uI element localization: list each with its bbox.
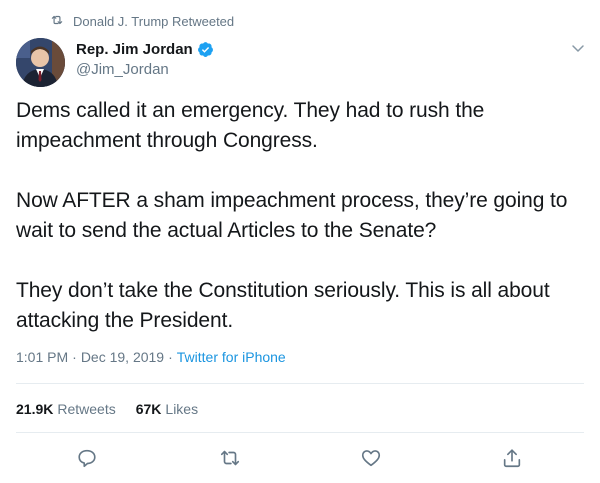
retweet-icon [50,13,73,30]
reply-icon[interactable] [75,446,99,470]
tweet-actions [0,446,600,472]
tweet-stats: 21.9K Retweets 67K Likes [16,401,218,417]
author-display-name[interactable]: Rep. Jim Jordan [76,41,193,58]
tweet-meta: 1:01 PM · Dec 19, 2019 · Twitter for iPh… [16,349,286,365]
tweet-source-link[interactable]: Twitter for iPhone [177,349,286,365]
share-icon[interactable] [500,446,524,470]
author-handle[interactable]: @Jim_Jordan [76,61,169,78]
divider [16,432,584,433]
likes-label: Likes [165,401,199,417]
likes-stat[interactable]: 67K Likes [136,401,198,417]
heart-icon[interactable] [359,446,383,470]
avatar[interactable] [16,38,65,87]
retweet-context: Donald J. Trump Retweeted [50,12,234,30]
likes-count: 67K [135,401,162,417]
tweet-date[interactable]: Dec 19, 2019 [81,349,164,365]
retweets-stat[interactable]: 21.9K Retweets [16,401,116,417]
retweets-count: 21.9K [16,401,54,417]
chevron-down-icon[interactable] [570,40,586,56]
verified-badge-icon [197,41,214,58]
retweet-context-text[interactable]: Donald J. Trump Retweeted [73,14,234,29]
tweet-text: Dems called it an emergency. They had to… [16,99,568,332]
tweet-time[interactable]: 1:01 PM [16,349,68,365]
meta-separator: · [72,349,77,365]
author-name-row: Rep. Jim Jordan [76,41,214,58]
retweet-icon[interactable] [218,446,242,470]
divider [16,383,584,384]
meta-separator: · [168,349,173,365]
retweets-label: Retweets [57,401,116,417]
